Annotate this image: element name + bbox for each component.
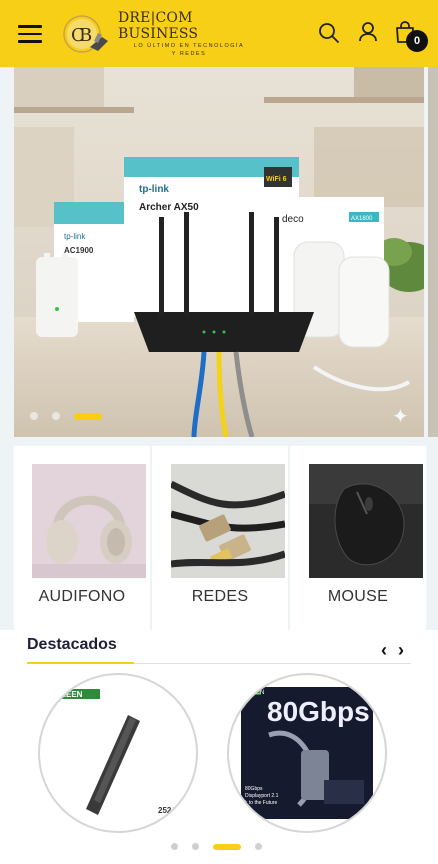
hero-pagination — [30, 412, 102, 420]
headphones-image — [32, 464, 146, 578]
hero-dot-2[interactable] — [52, 412, 60, 420]
logo[interactable]: C B DRE|COM BUSINESS LO ÚLTIMO EN TECNOL… — [60, 10, 260, 58]
search-icon[interactable] — [318, 22, 340, 44]
mouse-image — [309, 464, 423, 578]
category-audifono[interactable]: AUDIFONO — [14, 446, 150, 630]
hero-dot-active[interactable] — [74, 412, 102, 420]
hero-dot-1[interactable] — [30, 412, 38, 420]
category-mouse[interactable]: MOUSE — [290, 446, 426, 630]
product-brand: GREEN — [243, 690, 264, 696]
header: C B DRE|COM BUSINESS LO ÚLTIMO EN TECNOL… — [0, 0, 438, 67]
product-headline: 80Gbps — [267, 696, 370, 727]
carousel-next-icon[interactable]: › — [398, 640, 404, 661]
logo-title: DRE|COM BUSINESS — [118, 10, 199, 42]
svg-text:B: B — [79, 25, 92, 46]
logo-mark: C B — [60, 11, 112, 57]
product-caption: k to the Future — [245, 800, 277, 806]
page: C B DRE|COM BUSINESS LO ÚLTIMO EN TECNOL… — [0, 0, 438, 864]
category-redes[interactable]: REDES — [152, 446, 288, 630]
menu-icon[interactable] — [18, 25, 42, 43]
section-title: Destacados — [27, 636, 117, 653]
section-divider-accent — [27, 662, 134, 664]
featured-dot-4[interactable] — [255, 843, 262, 850]
hero-left-brand: tp-link — [64, 232, 86, 241]
category-carousel: AUDIFONO REDES MOUSE — [14, 446, 428, 630]
product-tag: 2524 — [158, 806, 176, 815]
logo-text: DRE|COM BUSINESS LO ÚLTIMO EN TECNOLOGÍA… — [118, 10, 260, 58]
category-label: REDES — [191, 588, 249, 605]
user-icon[interactable] — [357, 21, 379, 43]
featured-dot-2[interactable] — [192, 843, 199, 850]
featured-section: Destacados ‹ › GREEN 2524 GREEN 80Gbps 8… — [0, 630, 438, 864]
featured-dot-active[interactable] — [213, 843, 241, 850]
logo-subtitle-2: Y REDES — [171, 51, 207, 57]
product-caption: 80Gbps — [245, 786, 263, 792]
ethernet-cable-image — [171, 464, 285, 578]
product-card[interactable]: GREEN 2524 — [38, 673, 198, 833]
product-card[interactable]: GREEN 80Gbps 80Gbps Displayport 2.1 k to… — [227, 673, 387, 833]
product-brand: GREEN — [54, 690, 83, 699]
logo-subtitle: LO ÚLTIMO EN TECNOLOGÍA — [133, 43, 245, 49]
svg-text:deco: deco — [282, 214, 304, 225]
svg-text:AC1900: AC1900 — [64, 246, 94, 255]
carousel-prev-icon[interactable]: ‹ — [381, 640, 387, 661]
product-caption: Displayport 2.1 — [245, 793, 279, 799]
category-label: MOUSE — [327, 588, 389, 605]
category-label: AUDIFONO — [38, 588, 126, 605]
svg-text:WiFi 6: WiFi 6 — [266, 176, 287, 183]
cart-count-badge: 0 — [406, 30, 428, 52]
featured-pagination — [171, 843, 276, 850]
svg-text:tp-link: tp-link — [139, 184, 169, 195]
svg-text:Archer AX50: Archer AX50 — [139, 202, 199, 213]
sparkle-icon: ✦ — [392, 406, 409, 428]
svg-text:AX1800: AX1800 — [351, 216, 373, 222]
hero-next-slide-peek — [428, 67, 438, 437]
hero-slide[interactable]: tp-link AC1900 tp-link Archer AX50 WiFi … — [14, 67, 424, 437]
featured-dot-1[interactable] — [171, 843, 178, 850]
